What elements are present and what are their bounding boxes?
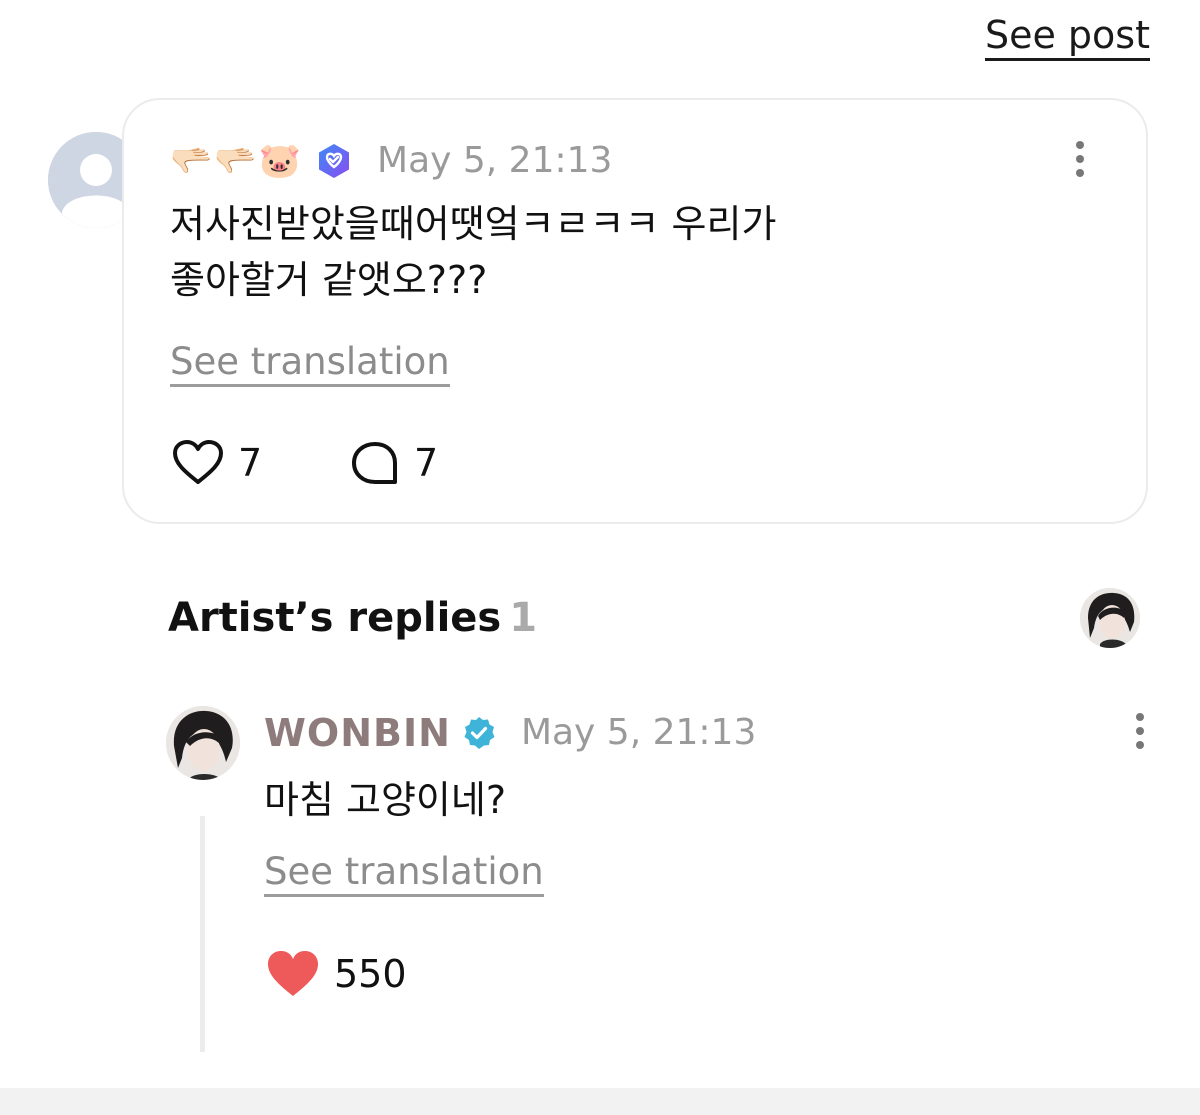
- artist-photo-icon: [1080, 588, 1140, 648]
- see-translation-link[interactable]: See translation: [170, 340, 450, 387]
- comment-bubble-icon: [352, 442, 397, 484]
- reply-button[interactable]: 7: [350, 440, 438, 486]
- comment-text-line: 좋아할거 같앳오???: [170, 258, 488, 302]
- reply-header: WONBIN May 5, 21:13: [264, 708, 756, 758]
- comment-card: 🫳🏻🫳🏻🐷 May 5, 21:13 저사진받았을때어땟엌ㅋㄹㅋㅋ 우리가 좋아…: [122, 98, 1148, 524]
- reply-author-avatar[interactable]: [166, 706, 240, 780]
- verified-badge-icon: [464, 717, 495, 749]
- comment-header: 🫳🏻🫳🏻🐷 May 5, 21:13: [170, 136, 612, 186]
- comment-timestamp: May 5, 21:13: [377, 140, 613, 181]
- reply-like-count: 550: [334, 952, 407, 996]
- comment-author-name[interactable]: 🫳🏻🫳🏻🐷: [170, 141, 303, 181]
- membership-badge-icon: [319, 144, 350, 178]
- reply-like-button[interactable]: 550: [266, 950, 407, 998]
- see-translation-link[interactable]: See translation: [264, 850, 544, 897]
- heart-filled-icon: [268, 951, 318, 996]
- artist-replies-count: 1: [509, 595, 538, 641]
- reply-count: 7: [414, 441, 439, 485]
- reply-body: 마침 고양이네?: [264, 778, 507, 822]
- artist-photo-icon: [166, 706, 240, 780]
- like-count: 7: [238, 441, 263, 485]
- more-options-icon[interactable]: [1130, 712, 1150, 752]
- heart-outline-icon: [173, 440, 223, 484]
- artist-avatar-small[interactable]: [1080, 588, 1140, 648]
- reply-author-name[interactable]: WONBIN: [264, 711, 451, 755]
- like-button[interactable]: 7: [172, 440, 262, 486]
- artist-replies-title: Artist’s replies: [168, 595, 502, 641]
- reply-timestamp: May 5, 21:13: [520, 712, 757, 753]
- see-post-link[interactable]: See post: [984, 12, 1150, 61]
- artist-replies-heading: Artist’s replies 1: [168, 594, 537, 642]
- page: See post 🫳🏻🫳🏻🐷 May 5, 21:13 저사진받았을때어땟엌ㅋㄹ…: [0, 0, 1200, 1115]
- comment-body: 저사진받았을때어땟엌ㅋㄹㅋㅋ 우리가 좋아할거 같앳오???: [170, 196, 930, 308]
- bottom-divider: [0, 1088, 1200, 1115]
- comment-text-line: 저사진받았을때어땟엌ㅋㄹㅋㅋ 우리가: [170, 202, 777, 246]
- more-options-icon[interactable]: [1070, 140, 1090, 180]
- thread-line: [200, 816, 205, 1052]
